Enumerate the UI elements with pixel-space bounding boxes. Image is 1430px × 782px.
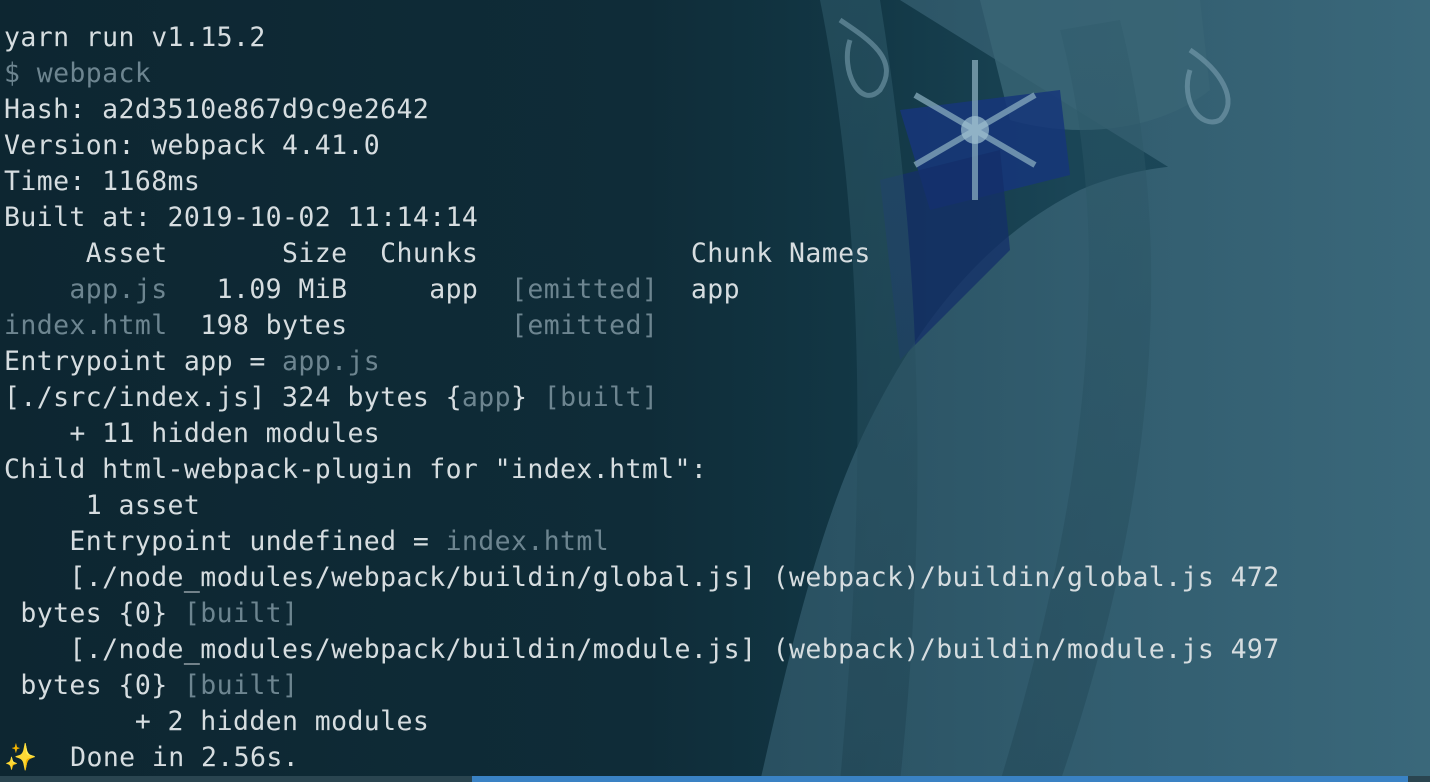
terminal-text: 1 asset xyxy=(4,490,201,521)
terminal-line: Asset Size Chunks Chunk Names xyxy=(4,236,1280,272)
terminal-text: Version: webpack 4.41.0 xyxy=(4,130,381,161)
terminal-line: yarn run v1.15.2 xyxy=(4,20,1280,56)
terminal-line: 1 asset xyxy=(4,488,1280,524)
terminal-line: bytes {0} [built] xyxy=(4,668,1280,704)
terminal-text: app.js xyxy=(282,346,381,377)
terminal-line: Time: 1168ms xyxy=(4,164,1280,200)
terminal-line: Built at: 2019-10-02 11:14:14 xyxy=(4,200,1280,236)
terminal-text: [./node_modules/webpack/buildin/global.j… xyxy=(4,562,1280,593)
horizontal-scrollbar-thumb[interactable] xyxy=(472,776,1408,782)
terminal-text: index.html xyxy=(4,310,168,341)
terminal-text: Built at: 2019-10-02 11:14:14 xyxy=(4,202,479,233)
terminal-line: ✨ Done in 2.56s. xyxy=(4,740,1280,776)
sparkles-icon: ✨ xyxy=(4,742,38,773)
terminal-line: index.html 198 bytes [emitted] xyxy=(4,308,1280,344)
terminal-text: [built] xyxy=(543,382,659,413)
terminal-text: Entrypoint undefined = xyxy=(4,526,446,557)
terminal-text: Child html-webpack-plugin for "index.htm… xyxy=(4,454,708,485)
terminal-text: 1.09 MiB app xyxy=(167,274,511,305)
terminal-line: app.js 1.09 MiB app [emitted] app xyxy=(4,272,1280,308)
terminal-line: bytes {0} [built] xyxy=(4,596,1280,632)
terminal-line: + 2 hidden modules xyxy=(4,704,1280,740)
terminal-text: [built] xyxy=(183,670,299,701)
terminal-output[interactable]: yarn run v1.15.2 $ webpack Hash: a2d3510e8… xyxy=(4,20,1280,776)
terminal-text: index.html xyxy=(445,526,610,557)
terminal-text: app.js xyxy=(4,274,168,305)
terminal-text: Hash: a2d3510e867d9c9e2642 xyxy=(4,94,430,125)
terminal-line: Child html-webpack-plugin for "index.htm… xyxy=(4,452,1280,488)
terminal-text: [./node_modules/webpack/buildin/module.j… xyxy=(4,634,1280,665)
terminal-line: $ webpack xyxy=(4,56,1280,92)
terminal-text: bytes {0} xyxy=(4,598,184,629)
terminal-line: Version: webpack 4.41.0 xyxy=(4,128,1280,164)
terminal-window[interactable]: yarn run v1.15.2 $ webpack Hash: a2d3510e8… xyxy=(0,0,1430,782)
terminal-text: Time: 1168ms xyxy=(4,166,201,197)
terminal-text: app xyxy=(461,382,511,413)
terminal-text: } xyxy=(511,382,544,413)
terminal-text: yarn run v1.15.2 xyxy=(4,22,266,53)
terminal-text: bytes {0} xyxy=(4,670,184,701)
terminal-line: + 11 hidden modules xyxy=(4,416,1280,452)
terminal-line: Entrypoint undefined = index.html xyxy=(4,524,1280,560)
terminal-text: + 2 hidden modules xyxy=(4,706,430,737)
terminal-text: 198 bytes xyxy=(167,310,511,341)
terminal-text: $ webpack xyxy=(4,58,152,89)
terminal-line: Hash: a2d3510e867d9c9e2642 xyxy=(4,92,1280,128)
terminal-line: [./src/index.js] 324 bytes {app} [built] xyxy=(4,380,1280,416)
terminal-text: Entrypoint app = xyxy=(4,346,283,377)
terminal-text: [./src/index.js] 324 bytes { xyxy=(4,382,462,413)
terminal-line: [./node_modules/webpack/buildin/module.j… xyxy=(4,632,1280,668)
terminal-text: app xyxy=(658,274,740,305)
terminal-text: Asset Size Chunks Chunk Names xyxy=(4,238,871,269)
terminal-text: [built] xyxy=(183,598,299,629)
terminal-text: [emitted] xyxy=(511,274,659,305)
terminal-line: Entrypoint app = app.js xyxy=(4,344,1280,380)
terminal-text: Done in 2.56s. xyxy=(37,742,300,773)
terminal-line: [./node_modules/webpack/buildin/global.j… xyxy=(4,560,1280,596)
terminal-text: + 11 hidden modules xyxy=(4,418,381,449)
terminal-text: [emitted] xyxy=(511,310,659,341)
